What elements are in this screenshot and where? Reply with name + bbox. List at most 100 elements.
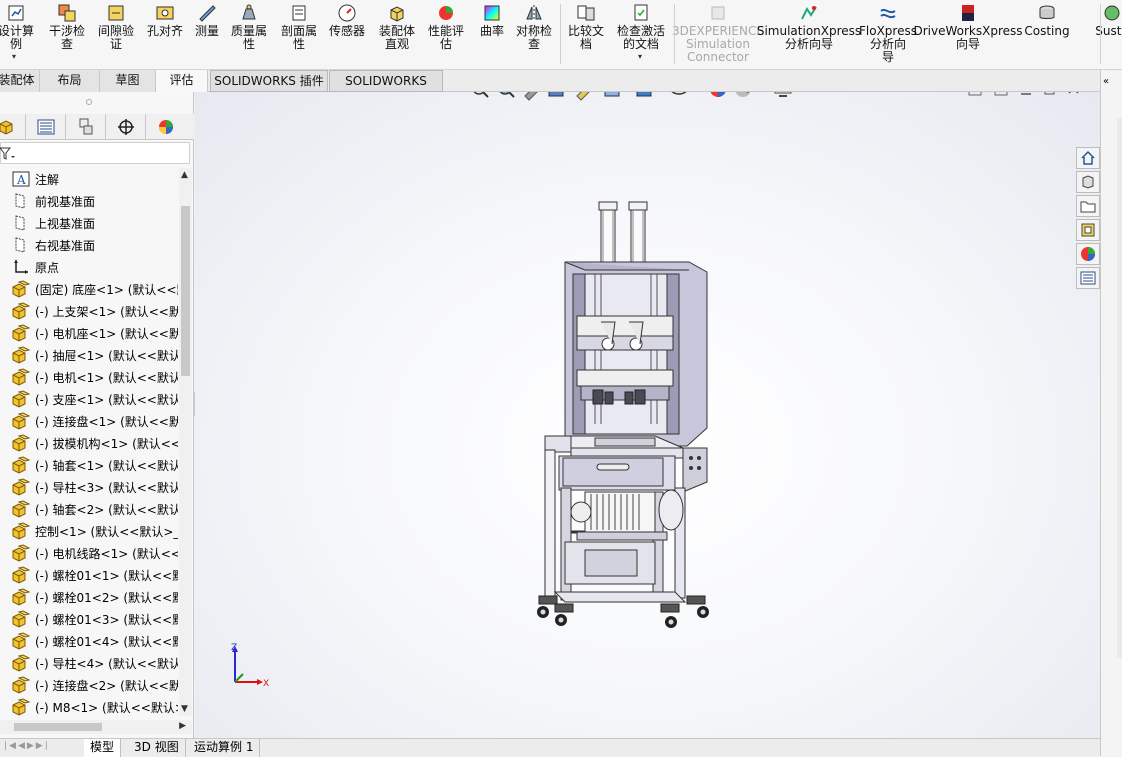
tree-item-component[interactable]: (-) 连接盘<1> (默认<<默认: [0, 410, 178, 432]
tab-3d-view[interactable]: 3D 视图: [128, 739, 186, 757]
solidworks-resources-icon[interactable]: [1076, 147, 1100, 169]
simxpress-button[interactable]: SimulationXpress 分析向导: [757, 0, 861, 66]
curvature-button[interactable]: 曲率: [476, 0, 508, 66]
design-study-button[interactable]: 设计算 例: [0, 0, 36, 66]
zoom-to-area-icon[interactable]: [499, 92, 515, 98]
tree-item-component[interactable]: (-) 轴套<2> (默认<<默认>: [0, 498, 178, 520]
tree-item[interactable]: 右视基准面: [0, 234, 178, 256]
tab-evaluate[interactable]: 评估: [156, 70, 208, 92]
symmetry-button[interactable]: 对称检 查: [510, 0, 558, 66]
tree-item-component[interactable]: (-) 导柱<3> (默认<<默认>: [0, 476, 178, 498]
custom-properties-icon[interactable]: [1076, 267, 1100, 289]
tree-vertical-scrollbar[interactable]: ▲ ▼: [179, 168, 192, 716]
hide-show-items-icon[interactable]: [671, 92, 698, 95]
tree-item-component[interactable]: (-) M8<1> (默认<<默认>: [0, 696, 178, 716]
dynamic-annotation-icon[interactable]: [576, 92, 593, 101]
display-style-icon[interactable]: [636, 92, 660, 97]
view-orientation-icon[interactable]: [604, 92, 628, 97]
tree-item-component[interactable]: (-) 上支架<1> (默认<<默认: [0, 300, 178, 322]
measure-button[interactable]: 测量: [192, 0, 222, 66]
performance-button[interactable]: 性能评 估: [423, 0, 469, 66]
zoom-to-fit-icon[interactable]: [473, 92, 489, 98]
tile-right-icon[interactable]: [994, 92, 1008, 96]
sensor-button[interactable]: 传感器: [325, 0, 369, 66]
tree-item[interactable]: 原点: [0, 256, 178, 278]
tree-scroll-thumb[interactable]: [181, 206, 190, 376]
tree-item-component[interactable]: (-) 螺栓01<4> (默认<<默: [0, 630, 178, 652]
scroll-right-icon[interactable]: ▶: [179, 721, 186, 731]
tree-item-component[interactable]: (-) 电机<1> (默认<<默认>: [0, 366, 178, 388]
assembly-model[interactable]: [515, 192, 725, 642]
tab-sketch[interactable]: 草图: [100, 70, 156, 92]
cylinder-left[interactable]: [598, 201, 618, 267]
task-pane-collapse-icon[interactable]: «: [1103, 76, 1109, 87]
filter-icon[interactable]: [0, 147, 15, 161]
tab-motion-study[interactable]: 运动算例 1: [188, 739, 261, 757]
mass-properties-button[interactable]: 质量属 性: [226, 0, 272, 66]
view-settings-icon[interactable]: [774, 92, 801, 97]
motor[interactable]: [570, 489, 684, 541]
close-icon[interactable]: [1068, 92, 1079, 94]
interference-button[interactable]: 干涉检 查: [44, 0, 90, 66]
design-library-icon[interactable]: [1076, 171, 1100, 193]
tree-item-component[interactable]: (-) 连接盘<2> (默认<<默认: [0, 674, 178, 696]
upper-plate[interactable]: [576, 315, 674, 351]
scroll-up-icon[interactable]: ▲: [181, 170, 188, 180]
tile-left-icon[interactable]: [968, 92, 982, 96]
3dx-button[interactable]: 3DEXPERIENCE Simulation Connector: [672, 0, 764, 66]
tree-item-component[interactable]: (固定) 底座<1> (默认<<默: [0, 278, 178, 300]
dropdown-arrow-icon[interactable]: ▾: [12, 52, 16, 61]
tab-layout[interactable]: 布局: [40, 70, 100, 92]
sustainability-button[interactable]: Susta: [1090, 0, 1122, 66]
previous-view-icon[interactable]: [524, 92, 541, 101]
tree-item-component[interactable]: 控制<1> (默认<<默认>_显: [0, 520, 178, 542]
property-manager-tab-icon[interactable]: [26, 114, 66, 140]
tree-item[interactable]: 前视基准面: [0, 190, 178, 212]
driveworks-button[interactable]: DriveWorksXpress 向导: [913, 0, 1023, 66]
tree-item[interactable]: A 注解: [0, 168, 178, 190]
edit-appearance-icon[interactable]: [710, 92, 726, 97]
tree-item-component[interactable]: (-) 导柱<4> (默认<<默认>: [0, 652, 178, 674]
tab-assembly[interactable]: 装配体: [0, 70, 40, 92]
panel-grip-icon[interactable]: [86, 99, 92, 105]
tree-horizontal-scrollbar[interactable]: ▶: [0, 720, 192, 734]
file-explorer-icon[interactable]: [1076, 195, 1100, 217]
lower-plate[interactable]: [576, 369, 674, 405]
feature-tree-tab-icon[interactable]: [0, 114, 26, 140]
tree-item-component[interactable]: (-) 电机座<1> (默认<<默认: [0, 322, 178, 344]
tree-item-component[interactable]: (-) 螺栓01<3> (默认<<默: [0, 608, 178, 630]
dropdown-arrow-icon[interactable]: ▾: [638, 52, 642, 61]
compare-button[interactable]: 比较文 档: [562, 0, 610, 66]
hole-align-button[interactable]: 孔对齐: [142, 0, 188, 66]
graphics-area[interactable]: Z X: [195, 92, 1100, 738]
tab-model[interactable]: 模型: [84, 739, 122, 757]
tab-nav-arrows-icon[interactable]: |◀◀▶▶|: [4, 741, 50, 751]
assembly-visual-button[interactable]: 装配体 直观: [373, 0, 421, 66]
tree-hscroll-thumb[interactable]: [14, 723, 102, 731]
clearance-button[interactable]: 间隙验 证: [94, 0, 138, 66]
tree-item[interactable]: 上视基准面: [0, 212, 178, 234]
tree-item-component[interactable]: (-) 支座<1> (默认<<默认>: [0, 388, 178, 410]
costing-button[interactable]: Costing: [1022, 0, 1072, 66]
tree-item-component[interactable]: (-) 螺栓01<1> (默认<<默: [0, 564, 178, 586]
tree-filter-input[interactable]: [0, 142, 190, 164]
tree-item-component[interactable]: (-) 电机线路<1> (默认<<默: [0, 542, 178, 564]
tree-item-component[interactable]: (-) 抽屉<1> (默认<<默认>: [0, 344, 178, 366]
section-properties-button[interactable]: 剖面属 性: [275, 0, 323, 66]
tab-solidworks-addins[interactable]: SOLIDWORKS 插件: [210, 70, 328, 92]
upper-frame[interactable]: [564, 261, 708, 447]
apply-scene-icon[interactable]: [735, 92, 763, 97]
tree-item-component[interactable]: (-) 轴套<1> (默认<<默认>: [0, 454, 178, 476]
floxpress-button[interactable]: FloXpress 分析向 导: [858, 0, 918, 66]
restore-icon[interactable]: [1044, 92, 1057, 95]
table-top[interactable]: [544, 435, 684, 459]
view-palette-icon[interactable]: [1076, 219, 1100, 241]
drawer[interactable]: [558, 455, 676, 491]
control-box[interactable]: [682, 447, 708, 493]
dimxpert-tab-icon[interactable]: [106, 114, 146, 140]
tree-item-component[interactable]: (-) 拔模机构<1> (默认<<默: [0, 432, 178, 454]
scroll-down-icon[interactable]: ▼: [181, 704, 188, 714]
tree-item-component[interactable]: (-) 螺栓01<2> (默认<<默: [0, 586, 178, 608]
tab-solidworks-mbd[interactable]: SOLIDWORKS MBD: [329, 70, 443, 109]
configuration-manager-tab-icon[interactable]: [66, 114, 106, 140]
